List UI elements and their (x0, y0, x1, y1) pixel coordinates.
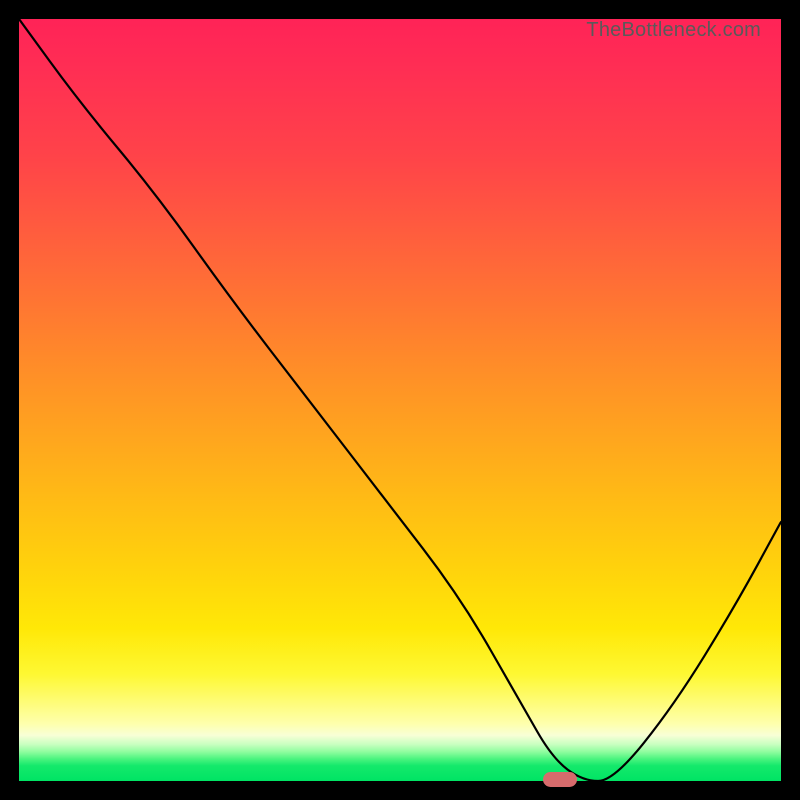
optimal-marker (543, 772, 577, 787)
watermark-text: TheBottleneck.com (586, 19, 761, 42)
chart-frame: TheBottleneck.com (0, 0, 800, 800)
bottleneck-curve (19, 19, 781, 781)
plot-area: TheBottleneck.com (19, 19, 781, 781)
